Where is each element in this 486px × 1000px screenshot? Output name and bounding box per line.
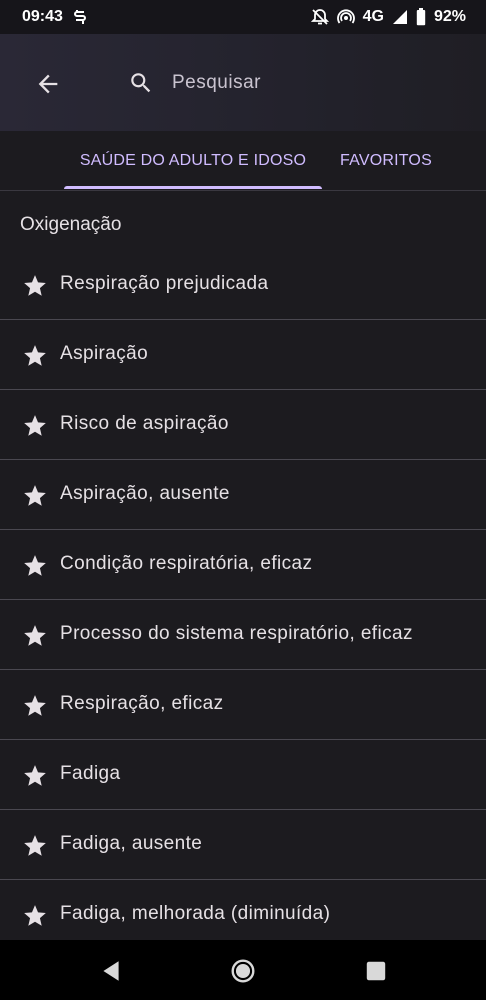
list-item-label: Processo do sistema respiratório, eficaz	[60, 623, 413, 644]
list-item[interactable]: Respiração, eficaz	[0, 670, 486, 740]
list-item[interactable]: Processo do sistema respiratório, eficaz	[0, 600, 486, 670]
back-button[interactable]	[30, 66, 66, 102]
bell-off-icon	[310, 8, 329, 26]
list-item[interactable]: Fadiga, ausente	[0, 810, 486, 880]
list-item[interactable]: Condição respiratória, eficaz	[0, 530, 486, 600]
s-app-icon	[73, 9, 87, 25]
back-triangle-icon[interactable]	[98, 958, 124, 984]
star-icon[interactable]	[22, 903, 48, 929]
search-bar[interactable]	[112, 54, 466, 110]
signal-icon	[392, 9, 408, 25]
recents-square-icon[interactable]	[363, 958, 389, 984]
star-icon[interactable]	[22, 833, 48, 859]
tab-bar: SAÚDE DO ADULTO E IDOSO FAVORITOS	[0, 131, 486, 191]
battery-icon	[416, 8, 426, 26]
list-item[interactable]: Fadiga, melhorada (diminuída)	[0, 880, 486, 949]
list-item-label: Fadiga, melhorada (diminuída)	[60, 903, 331, 924]
list-item[interactable]: Respiração prejudicada	[0, 250, 486, 320]
status-bar: 09:43 4G 92%	[0, 0, 486, 34]
list-item-label: Condição respiratória, eficaz	[60, 553, 313, 574]
status-time: 09:43	[22, 8, 63, 25]
list-item[interactable]: Aspiração	[0, 320, 486, 390]
home-circle-icon[interactable]	[230, 958, 256, 984]
star-icon[interactable]	[22, 763, 48, 789]
battery-level: 92%	[433, 8, 466, 25]
star-icon[interactable]	[22, 273, 48, 299]
tab-label: FAVORITOS	[340, 151, 432, 169]
search-input[interactable]	[170, 68, 454, 98]
app-bar	[0, 34, 486, 131]
tab-label: SAÚDE DO ADULTO E IDOSO	[79, 151, 307, 169]
list-item-label: Aspiração, ausente	[60, 483, 230, 504]
list-item-label: Fadiga, ausente	[60, 833, 203, 854]
star-icon[interactable]	[22, 693, 48, 719]
list-item-label: Aspiração	[60, 343, 149, 364]
star-icon[interactable]	[22, 623, 48, 649]
arrow-left-icon	[38, 74, 58, 94]
hotspot-icon	[336, 8, 355, 26]
star-icon[interactable]	[22, 483, 48, 509]
star-icon[interactable]	[22, 553, 48, 579]
section-title: Oxigenação	[20, 214, 122, 235]
search-icon	[131, 73, 151, 93]
tab-indicator	[64, 186, 322, 189]
list-item[interactable]: Risco de aspiração	[0, 390, 486, 460]
system-nav-bar	[0, 940, 486, 1000]
tab-adult-elderly-health[interactable]: SAÚDE DO ADULTO E IDOSO	[64, 131, 322, 190]
list-item[interactable]: Fadiga	[0, 740, 486, 810]
list-item-label: Respiração prejudicada	[60, 273, 269, 294]
star-icon[interactable]	[22, 413, 48, 439]
list-item-label: Fadiga	[60, 763, 121, 784]
list-item-label: Respiração, eficaz	[60, 693, 224, 714]
network-type: 4G	[362, 8, 384, 25]
list-item-label: Risco de aspiração	[60, 413, 229, 434]
diagnosis-list: Respiração prejudicada Aspiração Risco d…	[0, 250, 486, 949]
star-icon[interactable]	[22, 343, 48, 369]
tab-favorites[interactable]: FAVORITOS	[330, 131, 442, 190]
list-item[interactable]: Aspiração, ausente	[0, 460, 486, 530]
